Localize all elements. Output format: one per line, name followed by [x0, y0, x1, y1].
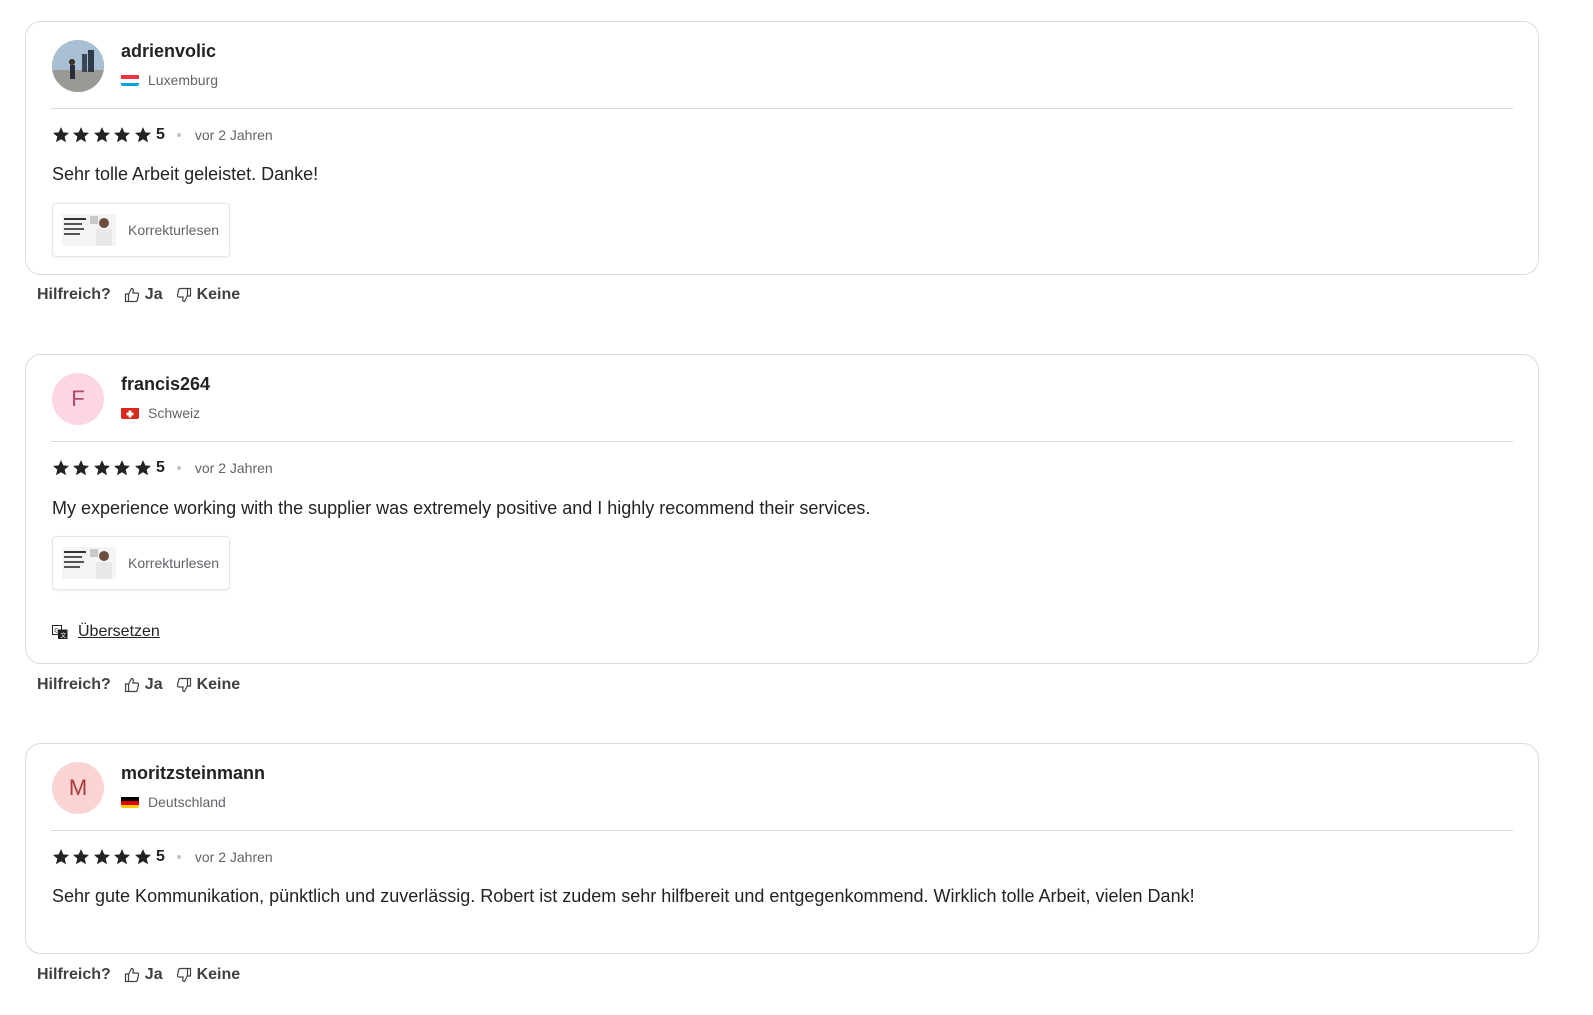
- helpful-question: Hilfreich?: [37, 286, 111, 303]
- helpful-no-label: Keine: [196, 676, 241, 693]
- star-icon: [73, 849, 90, 865]
- country-label: Schweiz: [148, 405, 201, 421]
- review-time: vor 2 Jahren: [194, 127, 273, 143]
- helpful-row: Hilfreich? Ja Keine: [37, 676, 240, 694]
- rating-value: 5: [155, 459, 165, 476]
- star-icon: [73, 460, 90, 476]
- star-icon: [93, 127, 110, 143]
- rating-value: 5: [155, 848, 165, 865]
- review-card: adrienvolic Luxemburg 5 vor 2 Jahren Seh…: [25, 21, 1539, 275]
- helpful-question: Hilfreich?: [37, 966, 111, 983]
- avatar[interactable]: M: [52, 762, 104, 814]
- gig-tag-label: Korrekturlesen: [128, 222, 220, 238]
- username[interactable]: moritzsteinmann: [121, 763, 265, 784]
- helpful-no-button[interactable]: Keine: [176, 676, 241, 694]
- helpful-no-label: Keine: [196, 286, 241, 303]
- svg-text:G: G: [54, 628, 59, 635]
- gig-tag[interactable]: Korrekturlesen: [52, 203, 230, 257]
- translate-icon: G 文: [52, 625, 68, 639]
- star-icon: [114, 127, 131, 143]
- star-icon: [134, 460, 151, 476]
- star-icon: [134, 849, 151, 865]
- separator-dot: [176, 855, 181, 859]
- country: Luxemburg: [121, 72, 218, 88]
- star-icon: [114, 460, 131, 476]
- review-text: My experience working with the supplier …: [52, 498, 871, 518]
- avatar[interactable]: [52, 40, 104, 92]
- svg-text:文: 文: [60, 631, 66, 639]
- gig-tag-label: Korrekturlesen: [128, 555, 220, 571]
- review-time: vor 2 Jahren: [194, 849, 273, 865]
- helpful-yes-label: Ja: [144, 286, 163, 303]
- star-icon: [52, 849, 70, 865]
- star-rating: [52, 459, 154, 477]
- review-card: M moritzsteinmann Deutschland 5 vor 2 Ja…: [25, 743, 1539, 954]
- flag-icon: [121, 74, 139, 86]
- star-rating: [52, 848, 154, 866]
- country: Schweiz: [121, 405, 200, 421]
- thumbs-up-icon: [124, 287, 139, 303]
- flag-icon: [121, 407, 139, 419]
- star-icon: [134, 127, 151, 143]
- avatar-letter: F: [71, 386, 85, 411]
- divider: [51, 441, 1513, 442]
- country: Deutschland: [121, 794, 226, 810]
- star-rating: [52, 126, 154, 144]
- star-icon: [114, 849, 131, 865]
- avatar[interactable]: F: [52, 373, 104, 425]
- translate-link[interactable]: G 文 Übersetzen: [52, 623, 160, 641]
- review-text: Sehr gute Kommunikation, pünktlich und z…: [52, 886, 1195, 906]
- separator-dot: [176, 466, 181, 470]
- helpful-no-button[interactable]: Keine: [176, 966, 241, 984]
- star-icon: [52, 127, 70, 143]
- divider: [51, 108, 1513, 109]
- helpful-row: Hilfreich? Ja Keine: [37, 966, 240, 984]
- helpful-yes-button[interactable]: Ja: [124, 966, 163, 984]
- helpful-yes-label: Ja: [144, 966, 163, 983]
- rating-value: 5: [155, 126, 165, 143]
- gig-thumbnail: [62, 214, 116, 246]
- helpful-yes-button[interactable]: Ja: [124, 286, 163, 304]
- star-icon: [73, 127, 90, 143]
- helpful-yes-button[interactable]: Ja: [124, 676, 163, 694]
- helpful-row: Hilfreich? Ja Keine: [37, 286, 240, 304]
- helpful-no-button[interactable]: Keine: [176, 286, 241, 304]
- thumbs-up-icon: [124, 967, 139, 983]
- rating-row: 5 vor 2 Jahren: [52, 459, 273, 477]
- rating-row: 5 vor 2 Jahren: [52, 126, 273, 144]
- avatar-letter: M: [68, 775, 88, 800]
- gig-thumbnail: [62, 547, 116, 579]
- star-icon: [93, 460, 110, 476]
- rating-row: 5 vor 2 Jahren: [52, 848, 273, 866]
- star-icon: [52, 460, 70, 476]
- separator-dot: [176, 133, 181, 137]
- country-label: Luxemburg: [148, 72, 219, 88]
- gig-tag[interactable]: Korrekturlesen: [52, 536, 230, 590]
- helpful-no-label: Keine: [196, 966, 241, 983]
- helpful-question: Hilfreich?: [37, 676, 111, 693]
- review-time: vor 2 Jahren: [194, 460, 273, 476]
- thumbs-up-icon: [124, 677, 139, 693]
- thumbs-down-icon: [176, 287, 191, 303]
- translate-label: Übersetzen: [78, 623, 160, 640]
- flag-icon: [121, 796, 139, 808]
- review-text: Sehr tolle Arbeit geleistet. Danke!: [52, 164, 319, 184]
- review-card: F francis264 Schweiz 5 vor 2 Jahren My e…: [25, 354, 1539, 664]
- thumbs-down-icon: [176, 677, 191, 693]
- username[interactable]: adrienvolic: [121, 41, 216, 62]
- star-icon: [93, 849, 110, 865]
- username[interactable]: francis264: [121, 374, 210, 395]
- country-label: Deutschland: [148, 794, 226, 810]
- divider: [51, 830, 1513, 831]
- helpful-yes-label: Ja: [144, 676, 163, 693]
- thumbs-down-icon: [176, 967, 191, 983]
